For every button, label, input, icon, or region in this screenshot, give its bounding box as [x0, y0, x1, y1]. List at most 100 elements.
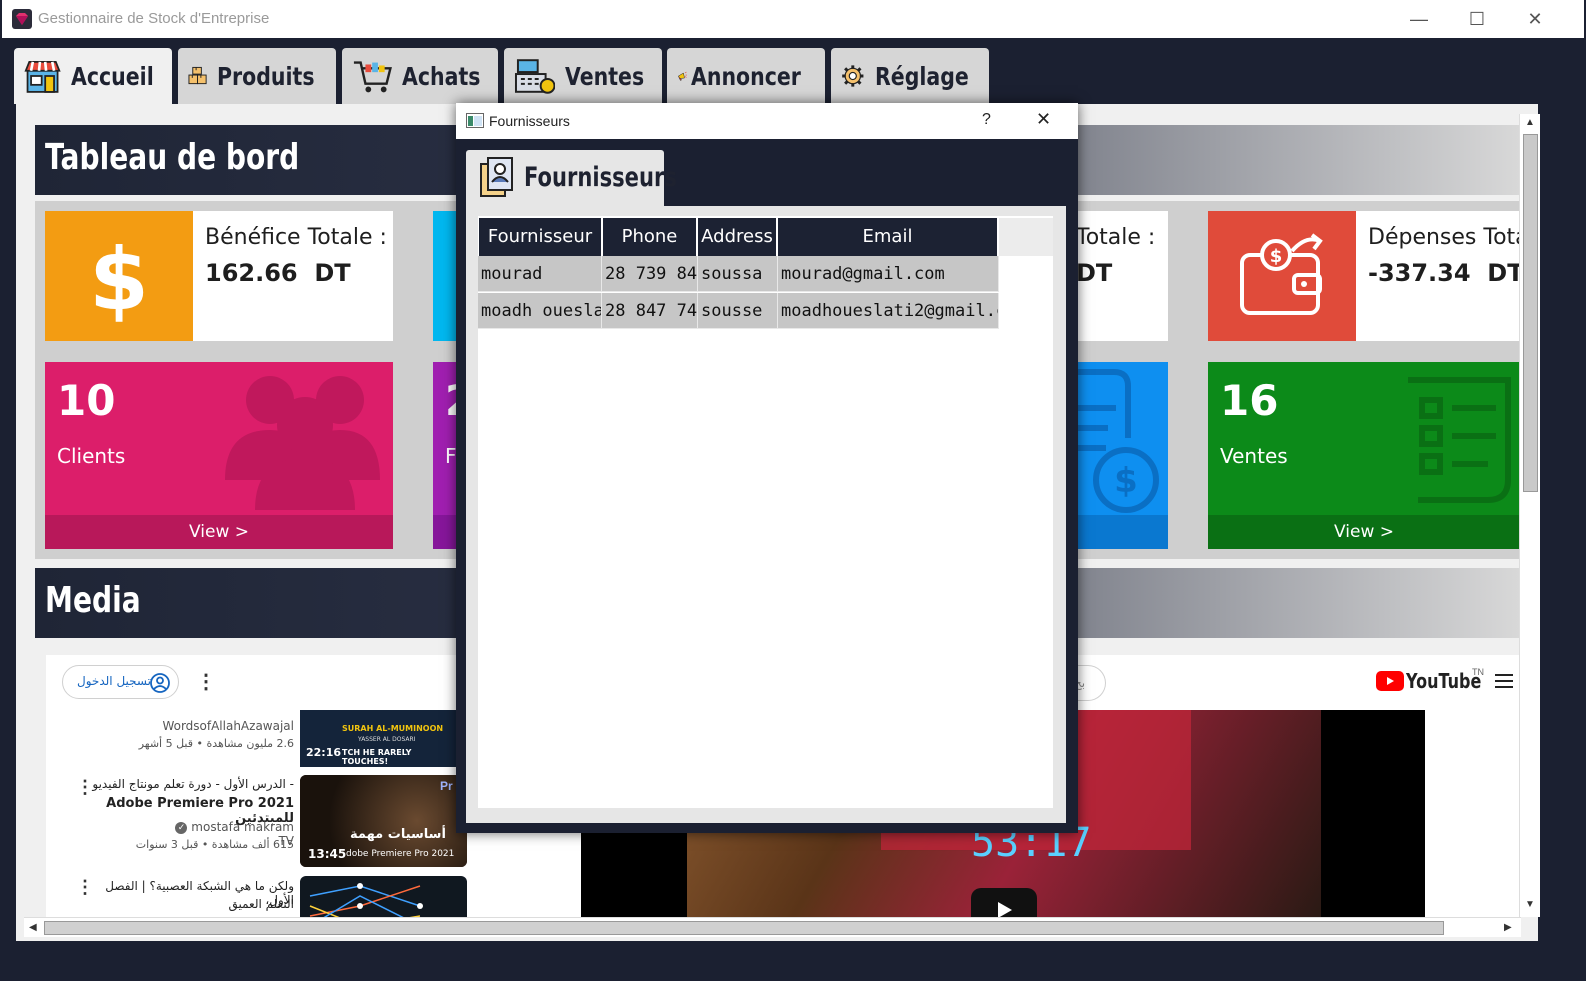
tab-fournisseurs[interactable]: Fournisseurs [466, 150, 677, 206]
svg-text:$: $ [1270, 246, 1283, 267]
users-icon [225, 376, 380, 510]
tab-annoncer[interactable]: Annoncer [667, 48, 825, 104]
partial-stat-currency: DT [1076, 259, 1113, 287]
window-titlebar: Gestionnaire de Stock d'Entreprise — ☐ ✕ [2, 0, 1584, 38]
cash-register-icon [514, 59, 556, 94]
scroll-right-arrow-icon[interactable]: ▶ [1504, 922, 1512, 933]
video-1-thumb-title: SURAH AL-MUMINOON [342, 724, 444, 733]
video-3-title-line2[interactable]: التعلم العميق [90, 897, 294, 911]
table-cell[interactable]: soussa [698, 256, 778, 292]
close-window-button[interactable]: ✕ [1522, 6, 1548, 32]
play-button[interactable] [971, 888, 1037, 917]
clients-card: 10 Clients View > [45, 362, 393, 549]
ventes-view-link[interactable]: View > [1208, 515, 1520, 549]
cart-icon [353, 61, 392, 93]
youtube-country-code: TN [1472, 667, 1484, 677]
dialog-tab-label: Fournisseurs [524, 162, 677, 193]
wallet-icon: $ [1208, 211, 1356, 341]
verified-icon: ✓ [175, 821, 188, 834]
main-tabbar: Accueil Produits Achats Ventes Annoncer … [2, 38, 1584, 104]
hamburger-menu-icon[interactable] [1494, 673, 1514, 694]
close-dialog-button[interactable]: ✕ [1036, 109, 1051, 130]
vertical-scrollbar[interactable]: ▲ ▼ [1519, 114, 1540, 917]
video-2-thumbnail[interactable]: Pr أساسيات مهمة 13:45 dobe Premiere Pro … [300, 775, 467, 867]
depenses-value: -337.34 DT [1368, 259, 1520, 287]
horizontal-scrollbar[interactable]: ◀ ▶ [24, 917, 1521, 937]
partial-stat-label: Totale : [1076, 225, 1156, 250]
dialog-titlebar: Fournisseurs ? ✕ [456, 103, 1078, 139]
suppliers-table: Fournisseur Phone Address Email mourad 2… [478, 216, 1053, 808]
scroll-left-arrow-icon[interactable]: ◀ [29, 922, 37, 933]
svg-text:$: $ [1114, 461, 1138, 501]
table-header-filler [999, 218, 1053, 256]
tab-label: Accueil [71, 61, 154, 91]
table-cell[interactable]: mourad@gmail.com [778, 256, 999, 292]
minimize-button[interactable]: — [1406, 6, 1432, 32]
svg-text:$: $ [89, 230, 149, 330]
table-cell[interactable]: moadhoueslati2@gmail.com [778, 293, 999, 329]
tab-label: Produits [217, 61, 315, 91]
app-logo-icon [12, 9, 32, 29]
store-icon [24, 60, 61, 93]
depenses-label: Dépenses Totale [1368, 225, 1520, 250]
maximize-button[interactable]: ☐ [1464, 6, 1490, 32]
tab-accueil[interactable]: Accueil [14, 48, 172, 104]
video-1-duration: 22:16 [306, 746, 342, 759]
video-2-meta: 615 ألف مشاهدة • قبل 3 سنوات [135, 838, 294, 851]
column-header-phone[interactable]: Phone [603, 218, 696, 256]
account-icon [150, 673, 170, 693]
youtube-logo-icon[interactable] [1376, 671, 1404, 691]
horizontal-scroll-thumb[interactable] [44, 921, 1444, 935]
video-3-thumbnail[interactable] [300, 876, 467, 917]
window-title: Gestionnaire de Stock d'Entreprise [38, 10, 270, 27]
video-1-thumb-sub: YASSER AL DOSARI [358, 736, 416, 743]
clients-label: Clients [57, 444, 126, 468]
table-cell[interactable]: moadh oueslati [478, 293, 602, 329]
dialog-panel: Fournisseur Phone Address Email mourad 2… [466, 206, 1066, 823]
video-1-thumb-caption: TCH HE RARELY TOUCHES! [342, 748, 412, 766]
vertical-scroll-thumb[interactable] [1523, 134, 1538, 492]
dollar-icon: $ [45, 211, 193, 341]
video-2-thumb-title: أساسيات مهمة [350, 827, 446, 842]
tab-achats[interactable]: Achats [342, 48, 498, 104]
video-1-meta: 2.6 مليون مشاهدة • قبل 5 أشهر [138, 737, 294, 750]
clients-view-link[interactable]: View > [45, 515, 393, 549]
benefice-label: Bénéfice Totale : [205, 225, 387, 250]
video-2-thumb-caption: dobe Premiere Pro 2021 [346, 849, 455, 859]
dialog-window-icon [466, 113, 484, 128]
play-icon [998, 902, 1012, 917]
benefice-card: $ Bénéfice Totale : 162.66 DT [45, 211, 393, 341]
scroll-down-arrow-icon[interactable]: ▼ [1525, 899, 1535, 910]
scroll-up-arrow-icon[interactable]: ▲ [1525, 117, 1535, 128]
ventes-count: 16 [1220, 376, 1279, 425]
video-2-duration: 13:45 [308, 847, 347, 861]
column-header-fournisseur[interactable]: Fournisseur [479, 218, 601, 256]
megaphone-icon [678, 71, 687, 81]
video-1-thumbnail[interactable]: SURAH AL-MUMINOON YASSER AL DOSARI 22:16… [300, 710, 456, 767]
boxes-icon [188, 66, 207, 85]
dashboard-title: Tableau de bord [45, 137, 300, 178]
signin-button[interactable]: تسجيل الدخول [62, 665, 179, 699]
video-1-channel[interactable]: WordsofAllahAzawajal [106, 719, 294, 733]
more-options-icon[interactable]: ⋮ [196, 669, 216, 694]
tab-label: Annoncer [690, 61, 801, 91]
tab-label: Réglage [874, 61, 969, 91]
column-header-email[interactable]: Email [778, 218, 997, 256]
tab-reglage[interactable]: Réglage [831, 48, 989, 104]
tab-ventes[interactable]: Ventes [504, 48, 662, 104]
table-cell[interactable]: 28 739 844 [602, 256, 698, 292]
table-cell[interactable]: sousse [698, 293, 778, 329]
tab-produits[interactable]: Produits [178, 48, 336, 104]
clients-count: 10 [57, 376, 116, 425]
help-button[interactable]: ? [982, 111, 991, 129]
neural-net-thumbnail-art [309, 883, 423, 917]
table-cell[interactable]: 28 847 743 [602, 293, 698, 329]
video-2-title-line1[interactable]: - الدرس الأول - دورة تعلم مونتاج الفيديو [90, 777, 294, 791]
column-header-address[interactable]: Address [698, 218, 776, 256]
gear-icon [842, 65, 864, 87]
table-cell[interactable]: mourad [478, 256, 602, 292]
tab-label: Achats [402, 61, 481, 91]
benefice-value: 162.66 DT [205, 259, 351, 287]
dialog-title: Fournisseurs [489, 113, 570, 129]
fournisseurs-label: F [445, 444, 457, 468]
